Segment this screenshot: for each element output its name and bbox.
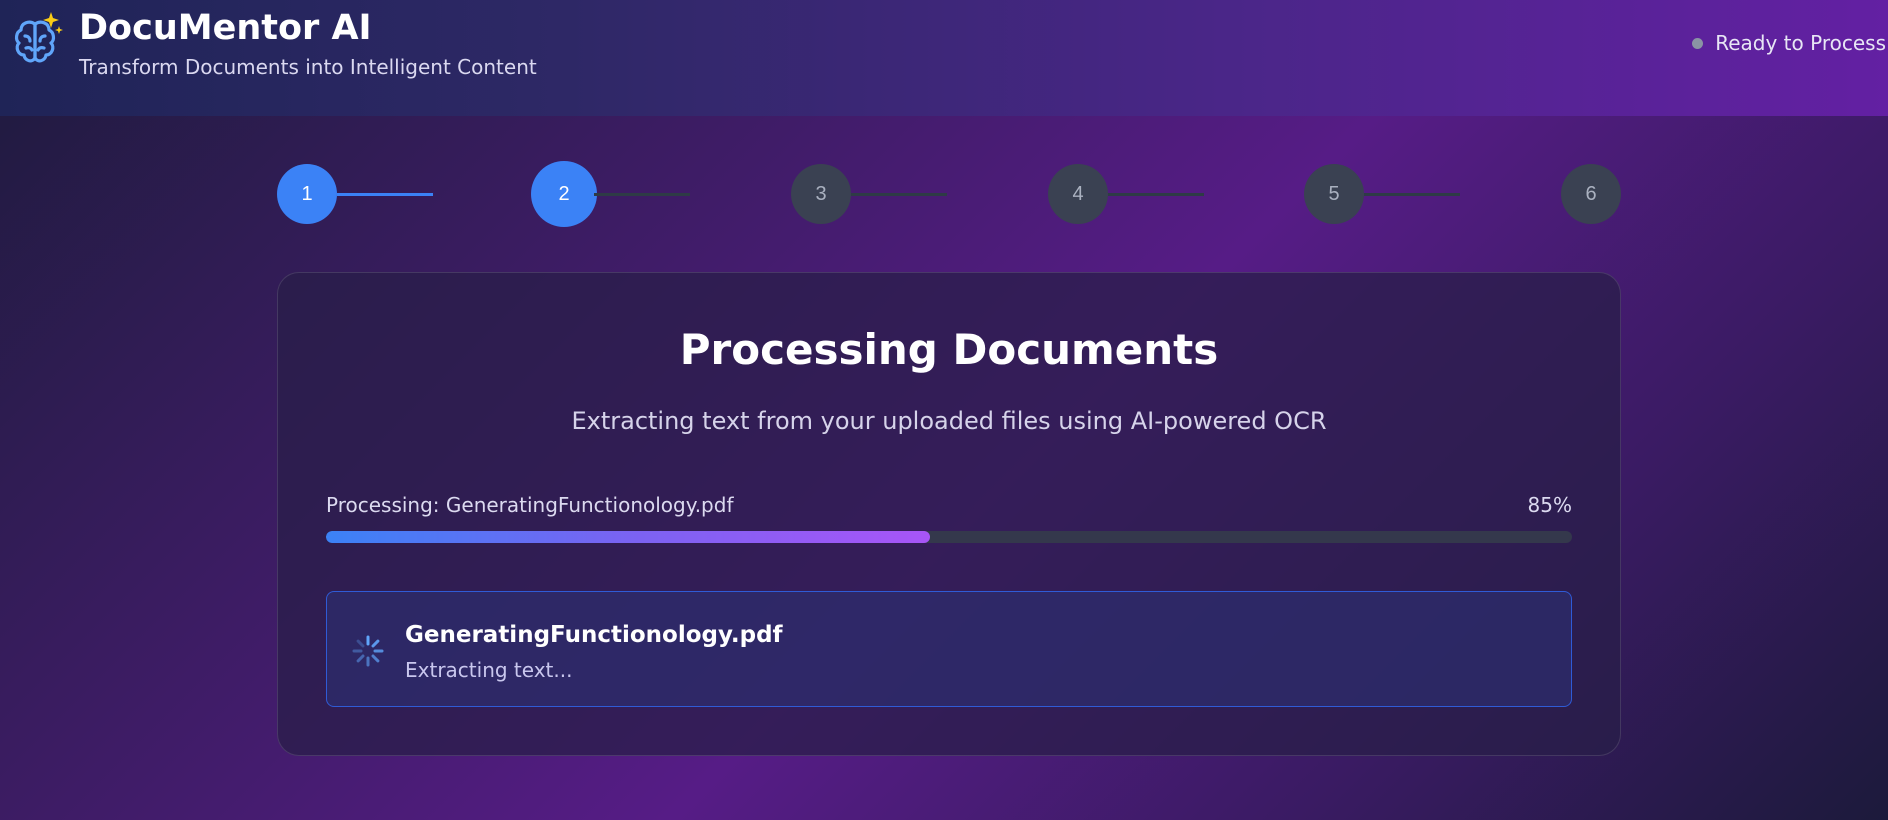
step-2[interactable]: 2: [531, 161, 597, 227]
progress-percent: 85%: [1527, 493, 1572, 517]
step-5[interactable]: 5: [1304, 164, 1364, 224]
step-4[interactable]: 4: [1048, 164, 1108, 224]
progress-bar: [326, 531, 1572, 543]
file-name: GeneratingFunctionology.pdf: [405, 622, 783, 648]
card-subtitle: Extracting text from your uploaded files…: [571, 407, 1327, 435]
step-3-label: 3: [815, 182, 827, 205]
step-5-label: 5: [1328, 182, 1340, 205]
step-6-label: 6: [1585, 182, 1597, 205]
step-4-label: 4: [1072, 182, 1084, 205]
step-connector-1: [337, 193, 433, 196]
step-connector-2: [594, 193, 690, 196]
step-connector-3: [851, 193, 947, 196]
card-title: Processing Documents: [679, 325, 1219, 374]
step-1[interactable]: 1: [277, 164, 337, 224]
step-2-label: 2: [558, 182, 570, 205]
progress-stepper: 1 2 3 4 5 6: [0, 0, 1888, 230]
progress-bar-fill: [326, 531, 931, 543]
progress-label: Processing: GeneratingFunctionology.pdf: [326, 493, 734, 517]
step-1-label: 1: [301, 182, 313, 205]
step-connector-4: [1108, 193, 1204, 196]
file-status-item: GeneratingFunctionology.pdf Extracting t…: [326, 591, 1572, 707]
processing-card: Processing Documents Extracting text fro…: [277, 272, 1621, 756]
step-3[interactable]: 3: [791, 164, 851, 224]
step-connector-5: [1364, 193, 1460, 196]
loading-spinner-icon: [351, 634, 385, 668]
file-status-text: Extracting text...: [405, 658, 573, 682]
step-6[interactable]: 6: [1561, 164, 1621, 224]
